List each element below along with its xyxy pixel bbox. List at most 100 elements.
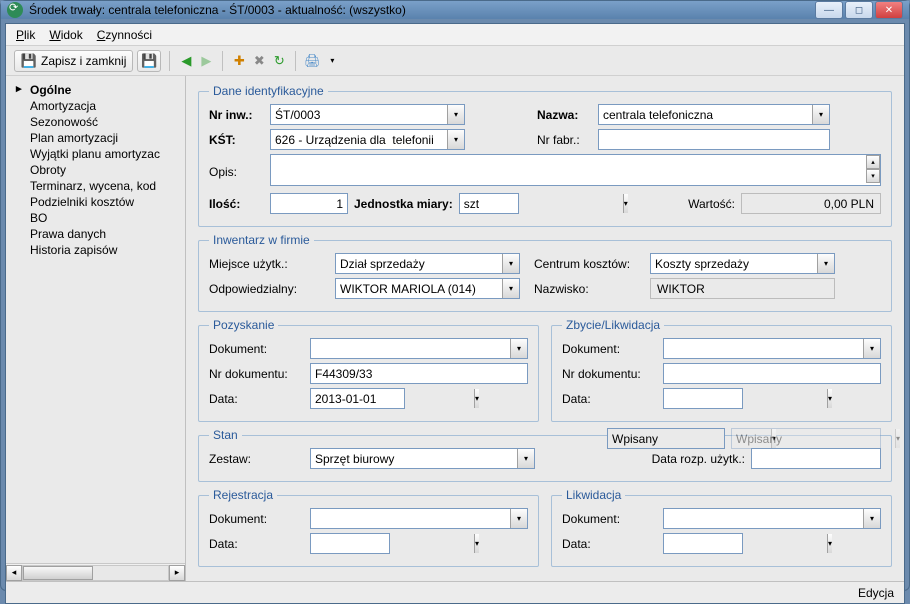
field-zby-data[interactable]: ▾ (663, 388, 743, 409)
chevron-down-icon[interactable]: ▾ (817, 254, 834, 273)
legend-zby: Zbycie/Likwidacja (562, 318, 664, 332)
legend-rej: Rejestracja (209, 488, 277, 502)
toolbar: 💾 Zapisz i zamknij 💾 ◀ ▶ ✚ ✖ ↻ 🖨 ▾ (6, 46, 904, 76)
label-lik-dok: Dokument: (562, 512, 657, 526)
toolbar-separator (222, 51, 223, 71)
nav-item-ogolne[interactable]: Ogólne (10, 82, 181, 98)
label-kst: KŚT: (209, 133, 264, 147)
field-poz-dok[interactable]: ▾ (310, 338, 528, 359)
group-rejestracja: Rejestracja Dokument:▾ Data:▾ (198, 488, 539, 567)
chevron-down-icon[interactable]: ▾ (517, 449, 534, 468)
chevron-down-icon[interactable]: ▾ (474, 389, 479, 408)
sidebar-hscrollbar[interactable]: ◂ ▸ (6, 563, 185, 581)
menu-file[interactable]: Plik (16, 28, 35, 42)
chevron-down-icon[interactable]: ▾ (623, 194, 628, 213)
chevron-down-icon[interactable]: ▾ (827, 534, 832, 553)
nav-item-obroty[interactable]: Obroty (10, 162, 181, 178)
print-dropdown-icon[interactable]: ▾ (324, 53, 340, 69)
statusbar: Edycja (6, 581, 904, 603)
field-zestaw[interactable]: ▾ (310, 448, 535, 469)
nav-item-plan[interactable]: Plan amortyzacji (10, 130, 181, 146)
group-stan: Stan ▾ ▾ Zestaw: ▾ Data rozp. użytk.: ▾ (198, 428, 892, 482)
nav-item-podzielniki[interactable]: Podzielniki kosztów (10, 194, 181, 210)
legend-ident: Dane identyfikacyjne (209, 84, 328, 98)
tools-button[interactable]: ✖ (251, 53, 267, 69)
menu-actions[interactable]: Czynności (97, 28, 152, 42)
app-icon (7, 2, 23, 18)
back-button[interactable]: ◀ (178, 53, 194, 69)
group-identyfikacja: Dane identyfikacyjne Nr inw.: ▾ Nazwa: ▾… (198, 84, 892, 227)
scroll-thumb[interactable] (23, 566, 93, 580)
close-button[interactable]: ✕ (875, 1, 903, 19)
field-centrum[interactable]: ▾ (650, 253, 835, 274)
nav-item-sezonowosc[interactable]: Sezonowość (10, 114, 181, 130)
nav-item-terminarz[interactable]: Terminarz, wycena, kod (10, 178, 181, 194)
field-jm[interactable]: ▾ (459, 193, 519, 214)
refresh-button[interactable]: ↻ (271, 53, 287, 69)
chevron-down-icon[interactable]: ▾ (812, 105, 829, 124)
chevron-down-icon[interactable]: ▾ (502, 279, 519, 298)
field-kst[interactable]: ▾ (270, 129, 465, 150)
label-zby-data: Data: (562, 392, 657, 406)
sidebar: Ogólne Amortyzacja Sezonowość Plan amort… (6, 76, 186, 581)
scroll-right-icon[interactable]: ▸ (169, 565, 185, 581)
spin-down-icon[interactable]: ▾ (866, 169, 880, 183)
label-poz-data: Data: (209, 392, 304, 406)
save-button[interactable]: 💾 (137, 50, 161, 72)
chevron-down-icon[interactable]: ▾ (474, 534, 479, 553)
field-nrinw[interactable]: ▾ (270, 104, 465, 125)
label-miejsce: Miejsce użytk.: (209, 257, 329, 271)
chevron-down-icon[interactable]: ▾ (502, 254, 519, 273)
legend-inw: Inwentarz w firmie (209, 233, 314, 247)
menu-view[interactable]: Widok (49, 28, 82, 42)
save-close-button[interactable]: 💾 Zapisz i zamknij (14, 50, 133, 72)
chevron-down-icon[interactable]: ▾ (447, 105, 464, 124)
field-lik-dok[interactable]: ▾ (663, 508, 881, 529)
field-lik-data[interactable]: ▾ (663, 533, 743, 554)
tool-button-1[interactable]: ✚ (231, 53, 247, 69)
titlebar[interactable]: Środek trwały: centrala telefoniczna - Ś… (1, 1, 909, 19)
chevron-down-icon[interactable]: ▾ (827, 389, 832, 408)
nav-item-wyjatki[interactable]: Wyjątki planu amortyzac (10, 146, 181, 162)
label-nrfabr: Nr fabr.: (537, 133, 592, 147)
field-zby-dok[interactable]: ▾ (663, 338, 881, 359)
label-ilosc: Ilość: (209, 197, 264, 211)
label-lik-data: Data: (562, 537, 657, 551)
nav-item-historia[interactable]: Historia zapisów (10, 242, 181, 258)
scroll-left-icon[interactable]: ◂ (6, 565, 22, 581)
chevron-down-icon[interactable]: ▾ (863, 339, 880, 358)
chevron-down-icon[interactable]: ▾ (863, 509, 880, 528)
field-rej-dok[interactable]: ▾ (310, 508, 528, 529)
print-button[interactable]: 🖨 (304, 53, 320, 69)
spin-up-icon[interactable]: ▴ (866, 155, 880, 169)
label-rej-dok: Dokument: (209, 512, 304, 526)
chevron-down-icon[interactable]: ▾ (447, 130, 464, 149)
nav-tree: Ogólne Amortyzacja Sezonowość Plan amort… (6, 76, 185, 563)
forward-button[interactable]: ▶ (198, 53, 214, 69)
nav-item-prawa[interactable]: Prawa danych (10, 226, 181, 242)
field-rej-data[interactable]: ▾ (310, 533, 390, 554)
legend-lik: Likwidacja (562, 488, 625, 502)
maximize-button[interactable]: ◻ (845, 1, 873, 19)
minimize-button[interactable]: — (815, 1, 843, 19)
field-poz-nrdok[interactable] (310, 363, 528, 384)
field-odp[interactable]: ▾ (335, 278, 520, 299)
nav-item-bo[interactable]: BO (10, 210, 181, 226)
toolbar-separator (169, 51, 170, 71)
field-stan-state1[interactable]: ▾ (607, 428, 725, 449)
field-opis[interactable] (270, 154, 881, 186)
chevron-down-icon[interactable]: ▾ (510, 509, 527, 528)
chevron-down-icon[interactable]: ▾ (510, 339, 527, 358)
group-likwidacja: Likwidacja Dokument: ▾ Data: ▾ (551, 488, 892, 567)
nav-item-amortyzacja[interactable]: Amortyzacja (10, 98, 181, 114)
field-nrfabr[interactable] (598, 129, 830, 150)
field-datarozp[interactable]: ▾ (751, 448, 881, 469)
form-panel: Dane identyfikacyjne Nr inw.: ▾ Nazwa: ▾… (186, 76, 904, 581)
field-nazwa[interactable]: ▾ (598, 104, 830, 125)
field-ilosc[interactable] (270, 193, 348, 214)
field-zby-nrdok[interactable] (663, 363, 881, 384)
label-poz-nrdok: Nr dokumentu: (209, 367, 304, 381)
field-miejsce[interactable]: ▾ (335, 253, 520, 274)
menubar: Plik Widok Czynności (6, 24, 904, 46)
field-poz-data[interactable]: ▾ (310, 388, 405, 409)
